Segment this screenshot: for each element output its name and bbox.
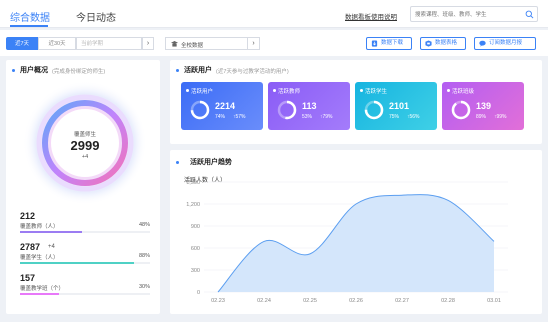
x-tick-label: 02.25 bbox=[303, 298, 317, 304]
ring-value: 2999 bbox=[70, 138, 100, 153]
teacher-bar bbox=[20, 231, 150, 233]
student-count: 2787 bbox=[20, 242, 41, 252]
tab-overview[interactable]: 综合数据 bbox=[10, 9, 50, 24]
teacher-label: 覆盖教师（人） bbox=[20, 224, 59, 230]
y-tick-label: 600 bbox=[191, 246, 200, 252]
x-tick-label: 03.01 bbox=[487, 298, 501, 304]
scope-arrow[interactable]: › bbox=[247, 37, 259, 50]
active-students-tile[interactable]: 活跃学生 2101 75% ↑56% bbox=[355, 82, 437, 130]
student-pct: 88% bbox=[138, 253, 150, 259]
tile-dot bbox=[273, 89, 276, 92]
period-current-term[interactable]: 当前学期 bbox=[76, 37, 142, 50]
trend-title: 活跃用户趋势 bbox=[190, 159, 232, 166]
x-tick-label: 02.24 bbox=[257, 298, 271, 304]
title-dot bbox=[12, 69, 15, 72]
search-box bbox=[410, 6, 538, 22]
tile-growth: ↑56% bbox=[407, 114, 420, 120]
teacher-bar-fill bbox=[20, 231, 83, 233]
title-dot bbox=[176, 69, 179, 72]
trend-chart: 0 300 600 900 1,200 1,500 02.23 02.24 02.25 02.26… bbox=[186, 180, 508, 304]
tile-value: 139 bbox=[476, 101, 492, 111]
y-tick-label: 300 bbox=[191, 268, 200, 274]
student-delta: +4 bbox=[48, 244, 55, 250]
x-tick-label: 02.28 bbox=[441, 298, 455, 304]
ring-delta: +4 bbox=[81, 154, 89, 160]
tile-title: 活跃教师 bbox=[278, 89, 301, 95]
tile-growth: ↑57% bbox=[233, 114, 246, 120]
subscribe-button[interactable]: 订阅数据月报 bbox=[474, 37, 536, 50]
student-bar-fill bbox=[20, 262, 135, 264]
download-icon bbox=[371, 40, 378, 47]
class-label: 覆盖教学班（个） bbox=[20, 286, 65, 292]
teacher-pct: 48% bbox=[138, 222, 150, 228]
tile-pct: 74% bbox=[215, 114, 226, 120]
x-tick-label: 02.23 bbox=[211, 298, 225, 304]
help-link[interactable]: 数据看板使用说明 bbox=[345, 11, 397, 21]
tile-title: 活跃用户 bbox=[191, 89, 214, 95]
student-label: 覆盖学生（人） bbox=[20, 255, 59, 261]
tile-pct: 53% bbox=[302, 114, 313, 120]
y-tick-label: 900 bbox=[191, 224, 200, 230]
student-bar bbox=[20, 262, 150, 264]
tile-title: 活跃学生 bbox=[365, 89, 388, 95]
trend-area bbox=[218, 194, 494, 292]
top-bar: 综合数据 今日动态 数据看板使用说明 bbox=[0, 0, 548, 28]
school-icon bbox=[171, 41, 178, 47]
ring-label: 覆盖师生 bbox=[73, 132, 96, 138]
tile-growth: ↑79% bbox=[320, 114, 333, 120]
x-tick-label: 02.27 bbox=[395, 298, 409, 304]
table-label: 数据表格 bbox=[435, 40, 458, 46]
tile-dot bbox=[447, 89, 450, 92]
active-teachers-tile[interactable]: 活跃教师 113 53% ↑79% bbox=[268, 82, 350, 130]
subscribe-label: 订阅数据月报 bbox=[489, 40, 523, 46]
table-button[interactable]: 数据表格 bbox=[420, 37, 466, 50]
title-dot bbox=[176, 161, 179, 164]
scope-select[interactable]: 全校数据 › bbox=[165, 37, 260, 50]
tile-growth: ↑99% bbox=[494, 114, 507, 120]
tile-dot bbox=[360, 89, 363, 92]
user-overview-subtitle: (完成身份绑定的师生) bbox=[52, 68, 106, 75]
download-label: 数据下载 bbox=[381, 40, 404, 46]
tile-value: 2214 bbox=[215, 101, 236, 111]
active-users-subtitle: (近7天参与过教学活动的用户) bbox=[216, 68, 289, 75]
download-button[interactable]: 数据下载 bbox=[366, 37, 412, 50]
table-icon bbox=[425, 40, 432, 47]
y-tick-label: 1,500 bbox=[186, 180, 200, 186]
tile-ring bbox=[277, 100, 297, 120]
tile-dot bbox=[186, 89, 189, 92]
active-users-title: 活跃用户 bbox=[184, 67, 212, 74]
scope-label: 全校数据 bbox=[181, 43, 204, 49]
search-icon[interactable] bbox=[525, 10, 534, 19]
tile-ring bbox=[364, 100, 384, 120]
active-tab-indicator bbox=[10, 25, 48, 27]
coverage-ring: 覆盖师生 2999 +4 bbox=[22, 80, 148, 206]
tab-today[interactable]: 今日动态 bbox=[76, 9, 116, 24]
tile-pct: 89% bbox=[476, 114, 487, 120]
teacher-count: 212 bbox=[20, 211, 36, 221]
tile-ring bbox=[451, 100, 471, 120]
active-users-tile[interactable]: 活跃用户 2214 74% ↑57% bbox=[181, 82, 263, 130]
y-tick-label: 1,200 bbox=[186, 202, 200, 208]
tile-ring bbox=[190, 100, 210, 120]
subscribe-icon bbox=[479, 40, 486, 47]
period-30-days[interactable]: 近30天 bbox=[38, 37, 76, 50]
tile-title: 活跃班级 bbox=[452, 89, 475, 95]
tile-pct: 75% bbox=[389, 114, 400, 120]
period-next-arrow[interactable]: › bbox=[142, 37, 154, 50]
class-bar bbox=[20, 293, 150, 295]
tile-value: 113 bbox=[302, 101, 317, 111]
class-bar-fill bbox=[20, 293, 59, 295]
x-tick-label: 02.26 bbox=[349, 298, 363, 304]
user-overview-title: 用户概况 bbox=[20, 67, 48, 74]
class-count: 157 bbox=[20, 273, 36, 283]
period-7-days[interactable]: 近7天 bbox=[6, 37, 38, 50]
y-tick-label: 0 bbox=[197, 290, 200, 296]
filter-bar: 近7天 近30天 当前学期 › 全校数据 › 数据下载 数据表格 订阅数据月报 bbox=[0, 30, 548, 56]
search-input[interactable] bbox=[415, 9, 521, 20]
tile-value: 2101 bbox=[389, 101, 410, 111]
active-classes-tile[interactable]: 活跃班级 139 89% ↑99% bbox=[442, 82, 524, 130]
class-pct: 30% bbox=[138, 284, 150, 290]
